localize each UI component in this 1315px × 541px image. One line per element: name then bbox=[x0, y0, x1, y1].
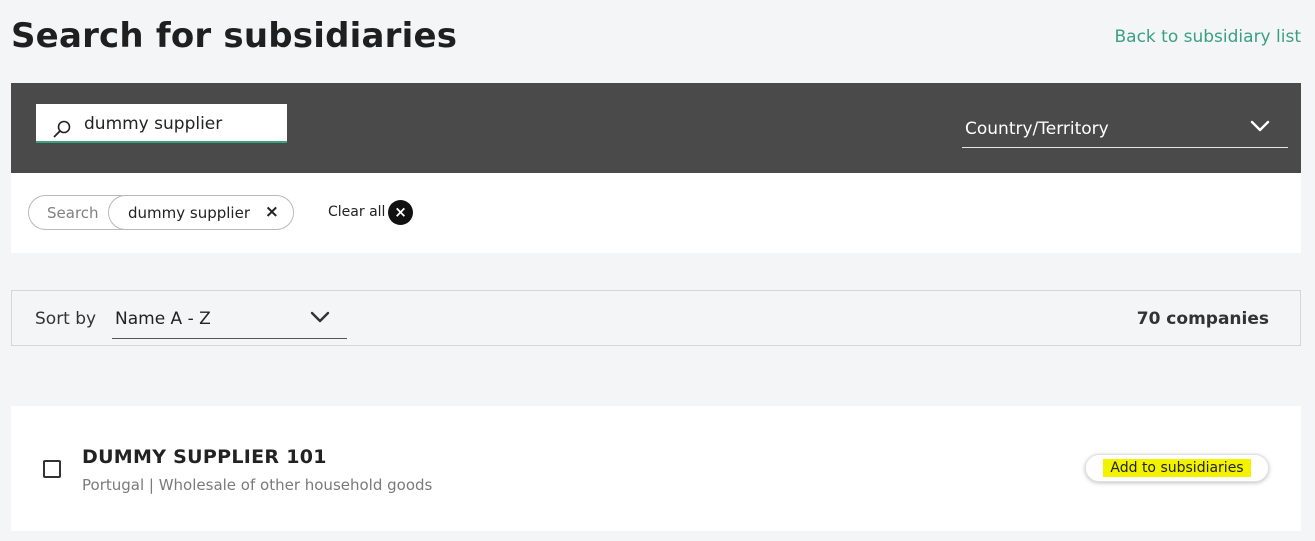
add-to-subsidiaries-label: Add to subsidiaries bbox=[1103, 459, 1251, 477]
country-territory-dropdown[interactable]: Country/Territory bbox=[962, 111, 1288, 148]
result-meta: Portugal | Wholesale of other household … bbox=[82, 476, 433, 494]
chip-value: dummy supplier × bbox=[108, 195, 294, 230]
result-count: 70 companies bbox=[1136, 309, 1269, 329]
chevron-down-icon bbox=[310, 311, 330, 323]
result-name: DUMMY SUPPLIER 101 bbox=[82, 446, 327, 468]
remove-chip-icon[interactable]: × bbox=[265, 202, 279, 222]
chevron-down-icon bbox=[1250, 120, 1270, 132]
back-to-subsidiary-list-link[interactable]: Back to subsidiary list bbox=[1114, 27, 1301, 47]
result-card: DUMMY SUPPLIER 101 Portugal | Wholesale … bbox=[11, 406, 1301, 531]
sort-dropdown[interactable]: Name A - Z bbox=[112, 301, 347, 339]
add-to-subsidiaries-button[interactable]: Add to subsidiaries bbox=[1085, 454, 1269, 482]
chip-key: Search bbox=[47, 204, 99, 222]
clear-all-label: Clear all bbox=[328, 204, 386, 220]
search-input[interactable] bbox=[84, 110, 279, 138]
result-checkbox[interactable] bbox=[43, 460, 61, 478]
page-title: Search for subsidiaries bbox=[11, 16, 458, 56]
close-icon[interactable]: × bbox=[388, 200, 413, 225]
search-icon bbox=[53, 120, 71, 138]
sort-value: Name A - Z bbox=[115, 309, 211, 329]
sort-bar: Sort by Name A - Z 70 companies bbox=[11, 290, 1301, 346]
active-filters-panel: Search dummy supplier × Clear all × bbox=[11, 173, 1301, 253]
chip-value-text: dummy supplier bbox=[128, 204, 250, 222]
filter-bar: Country/Territory bbox=[11, 83, 1301, 173]
search-box[interactable] bbox=[36, 104, 287, 143]
search-filter-chip: Search dummy supplier × bbox=[28, 195, 294, 230]
page: Search for subsidiaries Back to subsidia… bbox=[0, 0, 1315, 541]
country-territory-label: Country/Territory bbox=[965, 119, 1109, 139]
sort-label: Sort by bbox=[35, 309, 97, 329]
